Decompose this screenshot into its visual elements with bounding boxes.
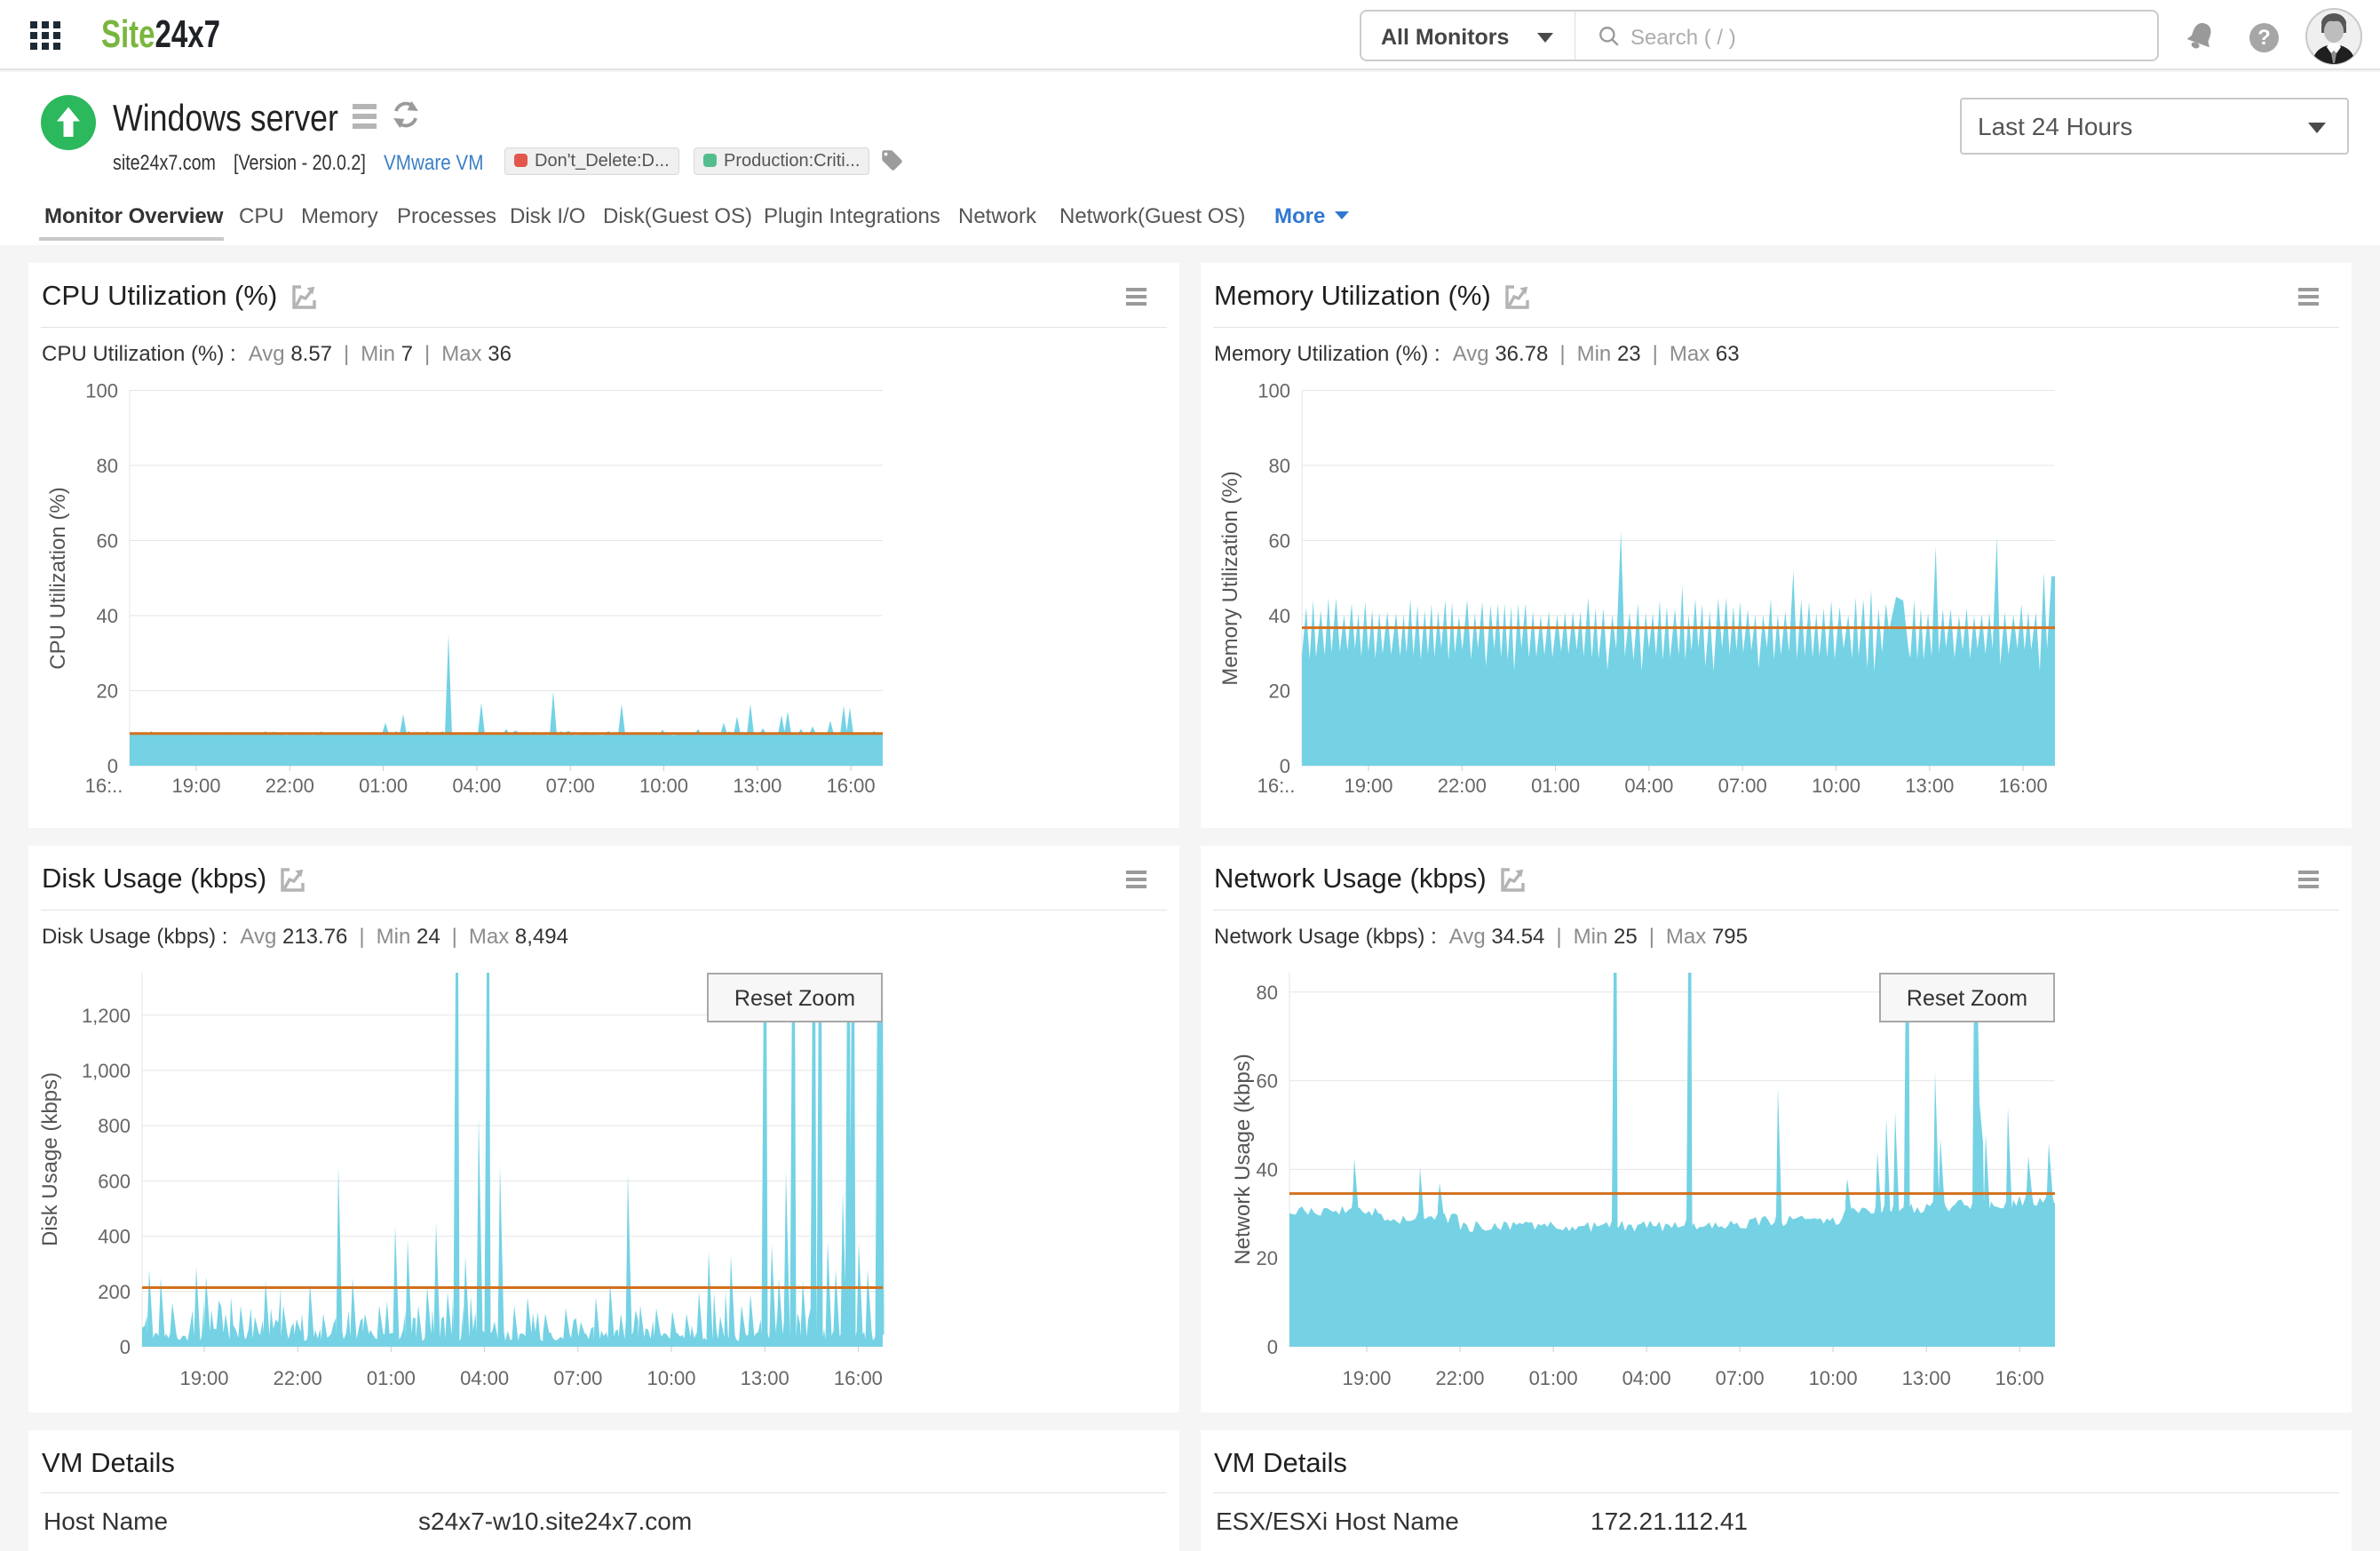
svg-text:800: 800: [98, 1115, 131, 1137]
svg-text:40: 40: [97, 605, 118, 627]
svg-text:Reset Zoom: Reset Zoom: [734, 986, 855, 1011]
svg-text:19:00: 19:00: [171, 775, 220, 797]
svg-text:07:00: 07:00: [553, 1367, 602, 1389]
svg-text:0: 0: [1267, 1336, 1278, 1358]
svg-text:Reset Zoom: Reset Zoom: [1907, 986, 2027, 1011]
svg-text:07:00: 07:00: [1718, 775, 1767, 797]
svg-text:16:00: 16:00: [827, 775, 876, 797]
svg-text:22:00: 22:00: [274, 1367, 322, 1389]
svg-text:100: 100: [85, 380, 118, 402]
svg-text:01:00: 01:00: [1531, 775, 1580, 797]
svg-text:10:00: 10:00: [639, 775, 688, 797]
svg-text:20: 20: [1257, 1247, 1278, 1269]
svg-text:20: 20: [1269, 680, 1290, 703]
svg-text:01:00: 01:00: [1529, 1367, 1578, 1389]
svg-text:Network Usage (kbps): Network Usage (kbps): [1231, 1054, 1255, 1264]
svg-text:CPU Utilization (%): CPU Utilization (%): [46, 487, 70, 669]
svg-text:19:00: 19:00: [1342, 1367, 1391, 1389]
svg-text:10:00: 10:00: [647, 1367, 695, 1389]
svg-text:80: 80: [97, 455, 118, 477]
svg-text:20: 20: [97, 680, 118, 703]
svg-text:200: 200: [98, 1281, 131, 1303]
svg-text:04:00: 04:00: [1622, 1367, 1671, 1389]
svg-text:400: 400: [98, 1226, 131, 1248]
svg-text:Disk Usage (kbps): Disk Usage (kbps): [38, 1072, 62, 1246]
svg-text:1,000: 1,000: [82, 1060, 131, 1082]
svg-text:100: 100: [1257, 380, 1290, 402]
svg-text:04:00: 04:00: [452, 775, 501, 797]
svg-text:10:00: 10:00: [1809, 1367, 1858, 1389]
svg-text:600: 600: [98, 1170, 131, 1192]
svg-text:60: 60: [97, 530, 118, 553]
svg-text:07:00: 07:00: [546, 775, 595, 797]
svg-text:Memory Utilization (%): Memory Utilization (%): [1218, 471, 1242, 685]
svg-text:04:00: 04:00: [1624, 775, 1673, 797]
svg-text:19:00: 19:00: [179, 1367, 228, 1389]
svg-text:16:00: 16:00: [834, 1367, 883, 1389]
svg-text:04:00: 04:00: [460, 1367, 509, 1389]
svg-text:01:00: 01:00: [359, 775, 408, 797]
svg-text:80: 80: [1257, 982, 1278, 1004]
svg-text:60: 60: [1257, 1070, 1278, 1093]
svg-text:07:00: 07:00: [1716, 1367, 1765, 1389]
svg-text:10:00: 10:00: [1812, 775, 1860, 797]
svg-text:19:00: 19:00: [1344, 775, 1392, 797]
svg-text:13:00: 13:00: [1902, 1367, 1951, 1389]
svg-text:22:00: 22:00: [266, 775, 314, 797]
svg-text:13:00: 13:00: [733, 775, 781, 797]
svg-text:40: 40: [1257, 1158, 1278, 1181]
svg-text:16:00: 16:00: [1995, 1367, 2044, 1389]
svg-text:16:..: 16:..: [1257, 775, 1296, 797]
svg-text:1,200: 1,200: [82, 1005, 131, 1027]
svg-text:13:00: 13:00: [1905, 775, 1954, 797]
svg-text:80: 80: [1269, 455, 1290, 477]
svg-text:0: 0: [120, 1336, 131, 1358]
svg-text:60: 60: [1269, 530, 1290, 553]
svg-text:40: 40: [1269, 605, 1290, 627]
svg-text:16:00: 16:00: [1999, 775, 2048, 797]
svg-text:16:..: 16:..: [85, 775, 123, 797]
svg-text:22:00: 22:00: [1435, 1367, 1484, 1389]
svg-text:13:00: 13:00: [741, 1367, 789, 1389]
svg-text:01:00: 01:00: [367, 1367, 416, 1389]
svg-text:22:00: 22:00: [1438, 775, 1487, 797]
